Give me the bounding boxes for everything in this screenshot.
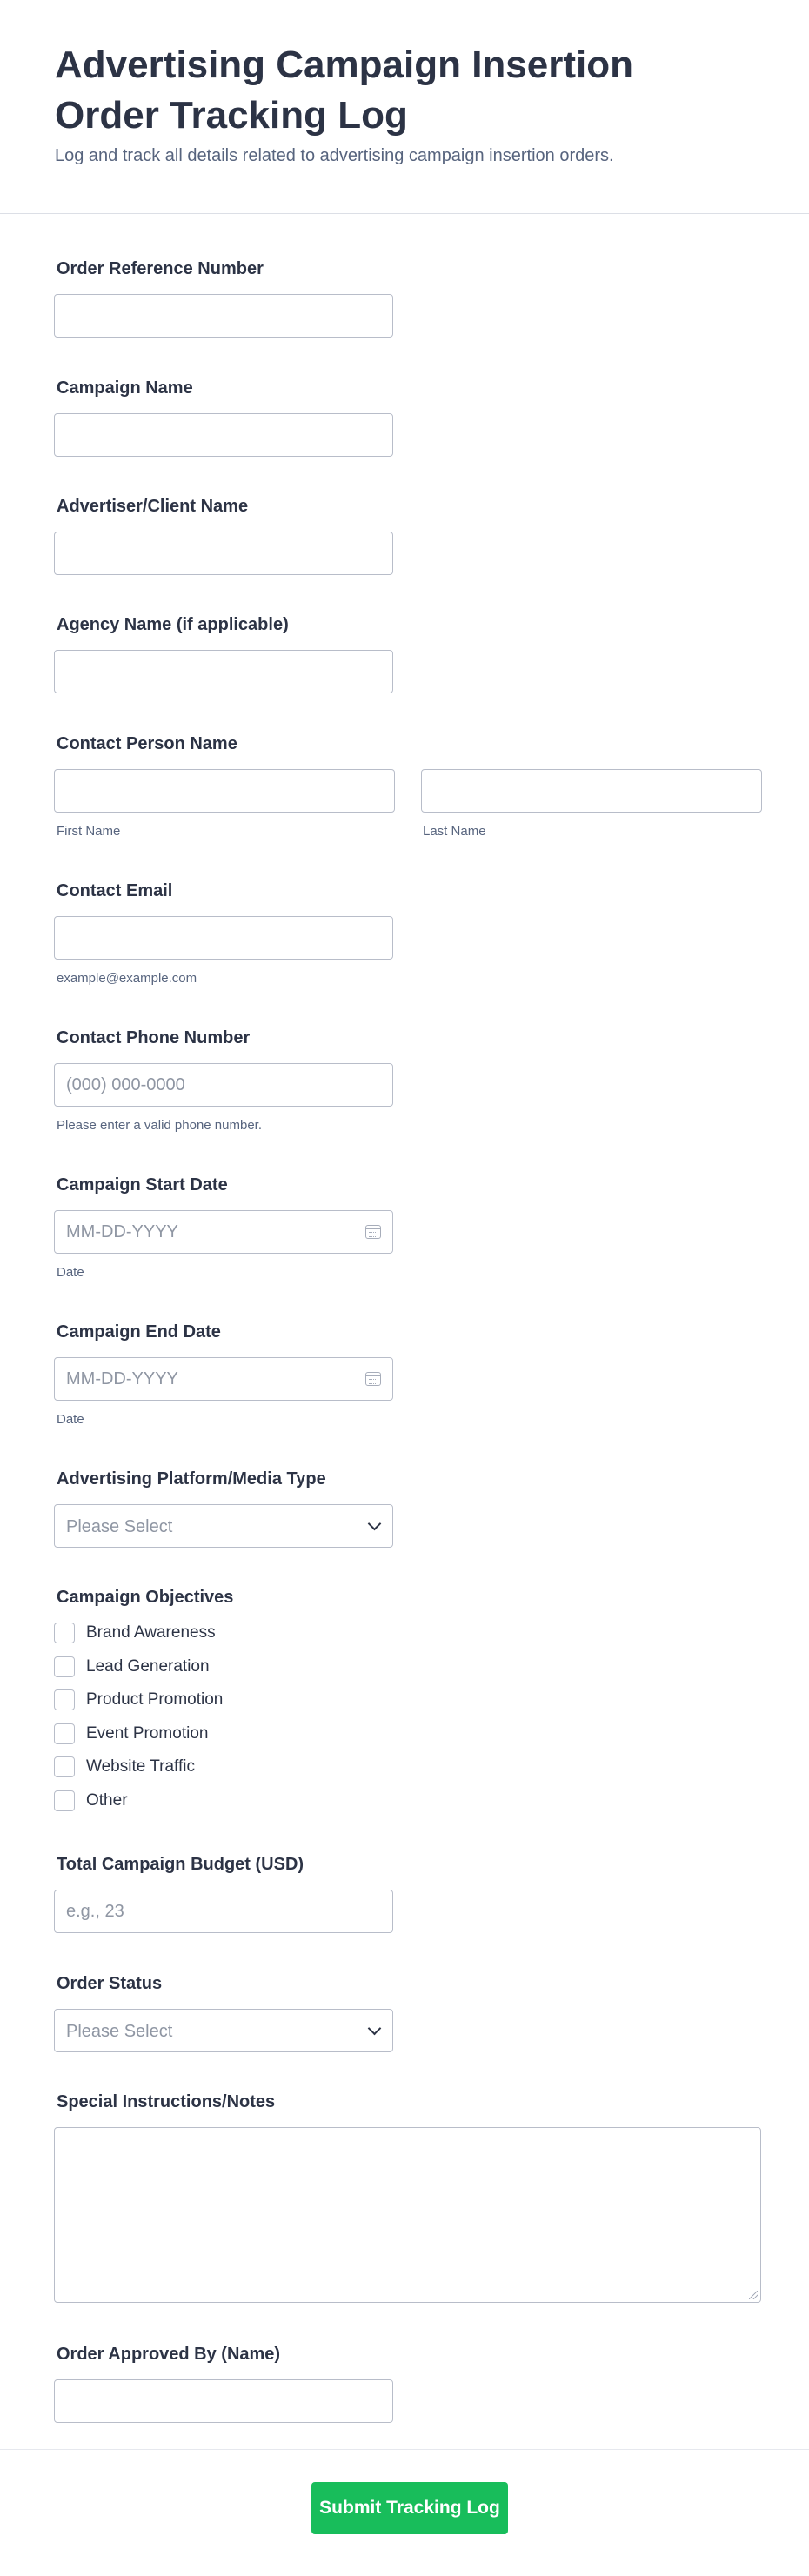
budget-label: Total Campaign Budget (USD)	[57, 1855, 304, 1874]
advertiser-label: Advertiser/Client Name	[57, 497, 249, 516]
objective-option-label: Lead Generation	[86, 1657, 210, 1676]
end-date-sublabel: Date	[57, 1412, 84, 1427]
campaign-name-input[interactable]	[54, 413, 393, 457]
order-reference-label: Order Reference Number	[57, 259, 264, 278]
contact-phone-input[interactable]	[54, 1063, 393, 1107]
agency-label: Agency Name (if applicable)	[57, 615, 289, 634]
budget-input[interactable]	[54, 1890, 393, 1933]
advertiser-input[interactable]	[54, 532, 393, 575]
calendar-icon[interactable]	[365, 1225, 381, 1239]
objective-option-label: Product Promotion	[86, 1690, 224, 1709]
objective-option-label: Event Promotion	[86, 1724, 209, 1743]
checkbox[interactable]	[54, 1656, 75, 1677]
contact-email-sublabel: example@example.com	[57, 971, 197, 986]
last-name-input[interactable]	[421, 769, 762, 813]
status-select[interactable]: Please Select	[54, 2009, 393, 2052]
objective-option-label: Other	[86, 1791, 128, 1810]
first-name-input[interactable]	[54, 769, 395, 813]
objective-option-label: Website Traffic	[86, 1757, 195, 1776]
approved-by-label: Order Approved By (Name)	[57, 2345, 281, 2364]
contact-email-input[interactable]	[54, 916, 393, 960]
contact-phone-label: Contact Phone Number	[57, 1028, 251, 1047]
status-label: Order Status	[57, 1974, 163, 1993]
contact-person-label: Contact Person Name	[57, 734, 237, 753]
platform-select[interactable]: Please Select	[54, 1504, 393, 1548]
chevron-down-icon	[367, 2021, 382, 2036]
submit-button[interactable]: Submit Tracking Log	[311, 2482, 508, 2534]
agency-input[interactable]	[54, 650, 393, 693]
first-name-sublabel: First Name	[57, 824, 121, 839]
checkbox[interactable]	[54, 1623, 75, 1643]
start-date-input[interactable]	[54, 1210, 393, 1254]
contact-email-label: Contact Email	[57, 881, 173, 900]
end-date-input[interactable]	[54, 1357, 393, 1401]
order-reference-input[interactable]	[54, 294, 393, 338]
status-select-value: Please Select	[66, 2022, 173, 2041]
start-date-label: Campaign Start Date	[57, 1175, 228, 1194]
resize-handle-icon[interactable]	[749, 2291, 758, 2299]
platform-select-value: Please Select	[66, 1517, 173, 1536]
form-header: Advertising Campaign Insertion Order Tra…	[0, 0, 809, 214]
form-footer: Submit Tracking Log	[0, 2449, 809, 2576]
end-date-label: Campaign End Date	[57, 1322, 221, 1342]
objective-option-label: Brand Awareness	[86, 1623, 216, 1642]
campaign-name-label: Campaign Name	[57, 378, 193, 398]
checkbox[interactable]	[54, 1689, 75, 1710]
platform-label: Advertising Platform/Media Type	[57, 1469, 326, 1489]
last-name-sublabel: Last Name	[423, 824, 486, 839]
notes-textarea[interactable]	[54, 2127, 761, 2303]
form-subtitle: Log and track all details related to adv…	[55, 146, 614, 165]
form-title: Advertising Campaign Insertion Order Tra…	[55, 43, 633, 137]
approved-by-input[interactable]	[54, 2379, 393, 2423]
checkbox[interactable]	[54, 1756, 75, 1777]
objectives-label: Campaign Objectives	[57, 1588, 234, 1607]
checkbox[interactable]	[54, 1723, 75, 1744]
chevron-down-icon	[367, 1516, 382, 1531]
calendar-icon[interactable]	[365, 1372, 381, 1386]
checkbox[interactable]	[54, 1790, 75, 1811]
start-date-sublabel: Date	[57, 1265, 84, 1280]
contact-phone-sublabel: Please enter a valid phone number.	[57, 1118, 262, 1133]
notes-label: Special Instructions/Notes	[57, 2092, 276, 2111]
